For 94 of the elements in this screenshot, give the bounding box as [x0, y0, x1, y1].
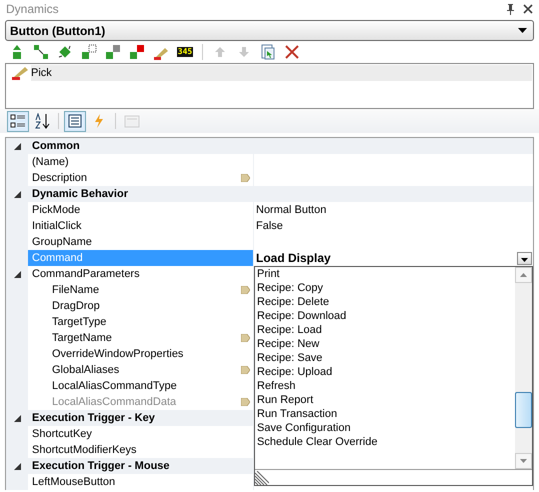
property-name-cell[interactable]: PickMode: [28, 202, 253, 218]
property-name-cell[interactable]: DragDrop: [28, 298, 253, 314]
digital-display-button[interactable]: 345: [175, 42, 195, 62]
property-name: (Name): [32, 155, 69, 170]
caret-icon: [520, 273, 527, 277]
collapse-icon[interactable]: [14, 142, 20, 150]
collapse-icon[interactable]: [14, 462, 20, 470]
property-name: PickMode: [32, 203, 80, 218]
dropdown-option[interactable]: Recipe: Download: [257, 309, 515, 323]
property-name-cell[interactable]: LeftMouseButton: [28, 474, 253, 490]
property-name-cell[interactable]: (Name): [28, 154, 253, 170]
dropdown-option[interactable]: Recipe: Save: [257, 351, 515, 365]
dropdown-option[interactable]: Save Configuration: [257, 421, 515, 435]
category-label: Execution Trigger - Mouse: [31, 459, 170, 474]
property-name: TargetName: [52, 331, 112, 346]
collapse-icon[interactable]: [14, 414, 20, 422]
caret-icon: [521, 258, 528, 262]
dropdown-option[interactable]: Recipe: New: [257, 337, 515, 351]
property-name: FileName: [52, 283, 100, 298]
property-name: TargetType: [52, 315, 106, 330]
list-icon: [67, 113, 83, 129]
property-name-cell[interactable]: TargetName: [28, 330, 253, 346]
stacked-squares-icon: [129, 44, 145, 60]
property-name: ShortcutKey: [32, 427, 92, 442]
dropdown-option[interactable]: Run Transaction: [257, 407, 515, 421]
dropdown-button[interactable]: [517, 252, 532, 264]
scroll-down-button[interactable]: [515, 453, 532, 469]
property-name-cell[interactable]: InitialClick: [28, 218, 253, 234]
categorized-button[interactable]: [7, 110, 29, 132]
property-name-cell[interactable]: GlobalAliases: [28, 362, 253, 378]
property-name: ShortcutModifierKeys: [32, 443, 137, 458]
dropdown-option[interactable]: Refresh: [257, 379, 515, 393]
connector-button[interactable]: [31, 42, 51, 62]
wand-icon: [11, 66, 29, 80]
property-value[interactable]: Normal Button: [256, 202, 326, 218]
dropdown-option[interactable]: Recipe: Upload: [257, 365, 515, 379]
property-name: LocalAliasCommandType: [52, 379, 177, 394]
category-label: Common: [31, 139, 80, 154]
caret-icon: [518, 28, 527, 33]
property-name-cell[interactable]: FileName: [28, 282, 253, 298]
dropdown-option[interactable]: Schedule Clear Override: [257, 435, 515, 449]
tag-icon[interactable]: [241, 286, 250, 294]
property-name: LeftMouseButton: [32, 475, 116, 490]
connector-icon: [33, 44, 49, 60]
dropdown-option[interactable]: Run Report: [257, 393, 515, 407]
property-name: GlobalAliases: [52, 363, 120, 378]
caret-icon: [520, 459, 527, 463]
dropdown-option[interactable]: Print: [257, 267, 515, 281]
window-icon: [124, 113, 140, 129]
property-value[interactable]: False: [256, 218, 283, 234]
category-label: Dynamic Behavior: [31, 187, 128, 202]
stacked-squares-icon: [105, 44, 121, 60]
sort-az-icon: [34, 113, 50, 129]
property-name-cell[interactable]: TargetType: [28, 314, 253, 330]
dropdown-option[interactable]: Recipe: Delete: [257, 295, 515, 309]
panel-title: Dynamics: [6, 2, 59, 16]
properties-button[interactable]: [64, 110, 86, 132]
property-name: CommandParameters: [32, 267, 140, 282]
outline-block-button[interactable]: [79, 42, 99, 62]
dropdown-option[interactable]: Recipe: Copy: [257, 281, 515, 295]
property-name: DragDrop: [52, 299, 100, 314]
resize-grip-icon[interactable]: [255, 471, 269, 485]
highlight-block-button[interactable]: [127, 42, 147, 62]
property-name: Description: [32, 171, 88, 186]
property-name: OverrideWindowProperties: [52, 347, 184, 362]
object-selector[interactable]: Button (Button1): [5, 20, 534, 41]
dotted-square-icon: [81, 44, 97, 60]
scrollbar[interactable]: [515, 267, 532, 469]
collapse-icon[interactable]: [14, 270, 20, 278]
property-name: GroupName: [32, 235, 92, 250]
collapse-icon[interactable]: [14, 190, 20, 198]
property-name: Command: [32, 251, 83, 266]
property-name-cell[interactable]: ShortcutModifierKeys: [28, 442, 253, 458]
tag-icon[interactable]: [241, 366, 250, 374]
scrollbar-thumb[interactable]: [515, 392, 532, 428]
property-name-cell[interactable]: LocalAliasCommandType: [28, 378, 253, 394]
property-value[interactable]: Load Display: [256, 250, 331, 266]
categorized-list-icon: [10, 113, 26, 129]
property-name: LocalAliasCommandData: [52, 395, 176, 410]
close-icon[interactable]: [523, 4, 533, 14]
property-name-cell[interactable]: Description: [28, 170, 253, 186]
category-label: Execution Trigger - Key: [31, 411, 155, 426]
document-cursor-icon: [260, 44, 276, 60]
tag-icon[interactable]: [241, 174, 250, 182]
close-icon: [284, 44, 300, 60]
tag-icon[interactable]: [241, 334, 250, 342]
property-name-cell[interactable]: OverrideWindowProperties: [28, 346, 253, 362]
pin-icon[interactable]: [506, 4, 515, 14]
property-name-cell[interactable]: ShortcutKey: [28, 426, 253, 442]
stacked-blocks-button[interactable]: [103, 42, 123, 62]
dropdown-option[interactable]: Recipe: Load: [257, 323, 515, 337]
property-name-cell[interactable]: CommandParameters: [28, 266, 253, 282]
property-name: InitialClick: [32, 219, 82, 234]
property-name-cell[interactable]: GroupName: [28, 234, 253, 250]
